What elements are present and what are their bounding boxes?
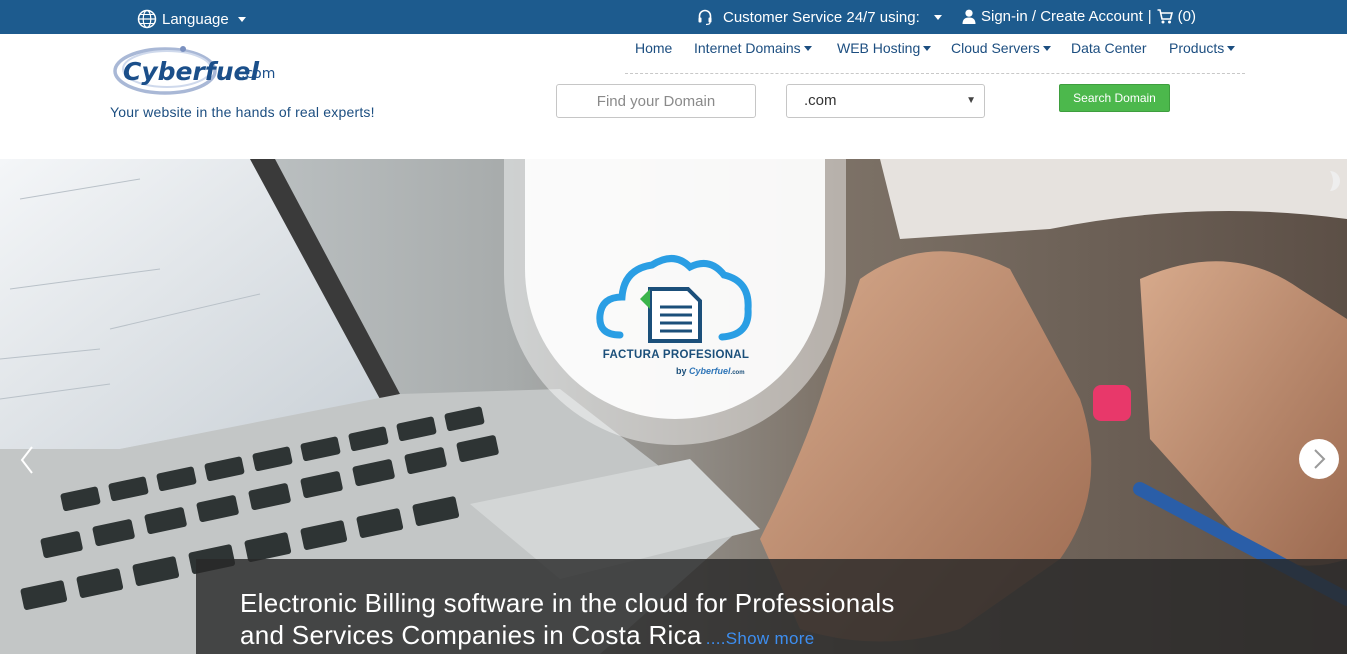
nav-item-label: WEB Hosting <box>837 40 921 56</box>
chevron-down-icon <box>923 45 932 51</box>
signin-link[interactable]: Sign-in / Create Account <box>981 8 1143 25</box>
site-tagline: Your website in the hands of real expert… <box>110 104 375 120</box>
nav-item-label: Data Center <box>1071 40 1147 56</box>
headset-icon <box>698 9 712 26</box>
nav-item-cloud-servers[interactable]: Cloud Servers <box>951 40 1051 56</box>
cyberfuel-logo-icon: Cyberfuel .com <box>113 46 275 95</box>
nav-item-label: Cloud Servers <box>951 40 1040 56</box>
slider-next-button[interactable] <box>1299 439 1339 479</box>
svg-text:.com: .com <box>241 66 275 82</box>
nav-item-internet-domains[interactable]: Internet Domains <box>694 40 812 56</box>
nav-item-data-center[interactable]: Data Center <box>1071 40 1146 56</box>
nav-item-home[interactable]: Home <box>635 40 672 56</box>
main-navigation: Home Internet Domains WEB Hosting Cloud … <box>625 38 1245 74</box>
language-selector[interactable]: Language <box>137 9 246 29</box>
tld-select[interactable]: .com ▼ <box>786 84 985 118</box>
show-more-link[interactable]: ....Show more <box>706 629 815 648</box>
user-icon <box>962 9 976 24</box>
badge-by-brand: Cyberfuel <box>689 366 731 376</box>
top-bar: Language Customer Service 24/7 using: Si… <box>0 0 1347 34</box>
language-label: Language <box>162 10 229 28</box>
site-logo[interactable]: Cyberfuel .com <box>113 42 285 98</box>
customer-service-label: Customer Service 24/7 using: <box>723 8 920 26</box>
topbar-separator: | <box>1147 8 1152 25</box>
nav-item-products[interactable]: Products <box>1169 40 1236 56</box>
search-domain-button[interactable]: Search Domain <box>1059 84 1170 112</box>
caption-line-1: Electronic Billing software in the cloud… <box>240 588 895 618</box>
cart-icon[interactable] <box>1157 9 1173 24</box>
nav-item-label: Internet Domains <box>694 40 801 56</box>
account-area: Sign-in / Create Account | (0) <box>962 8 1196 25</box>
badge-by-suffix: .com <box>730 370 745 376</box>
chevron-down-icon <box>1042 45 1051 51</box>
chevron-down-icon <box>803 45 812 51</box>
nav-item-label: Home <box>635 40 673 56</box>
caption-line-2: and Services Companies in Costa Rica....… <box>240 620 814 651</box>
cart-count[interactable]: (0) <box>1178 8 1196 25</box>
tld-selected-value: .com <box>804 92 837 109</box>
badge-by-label: by <box>676 366 687 376</box>
badge-byline: by Cyberfuel.com <box>676 366 745 376</box>
hero-slider: FACTURA PROFESIONAL by Cyberfuel.com Ele… <box>0 159 1347 654</box>
dropdown-arrow-icon: ▼ <box>966 95 976 106</box>
factura-profesional-cloud-icon <box>596 255 752 343</box>
globe-icon <box>137 9 157 29</box>
customer-service-dropdown[interactable]: Customer Service 24/7 using: <box>697 8 942 26</box>
chevron-left-icon[interactable] <box>12 441 42 479</box>
caption-line-2-text: and Services Companies in Costa Rica <box>240 620 702 650</box>
svg-text:Cyberfuel: Cyberfuel <box>123 57 259 86</box>
chevron-right-icon <box>1314 449 1326 469</box>
chevron-down-icon <box>1227 45 1236 51</box>
hero-caption: Electronic Billing software in the cloud… <box>196 559 1347 654</box>
domain-search-input[interactable] <box>556 84 756 118</box>
chevron-down-icon <box>237 16 246 22</box>
nav-item-web-hosting[interactable]: WEB Hosting <box>837 40 932 56</box>
nav-item-label: Products <box>1169 40 1225 56</box>
chevron-down-icon <box>933 14 942 20</box>
slider-pager-dot[interactable] <box>1326 169 1340 193</box>
badge-title: FACTURA PROFESIONAL <box>602 349 750 361</box>
